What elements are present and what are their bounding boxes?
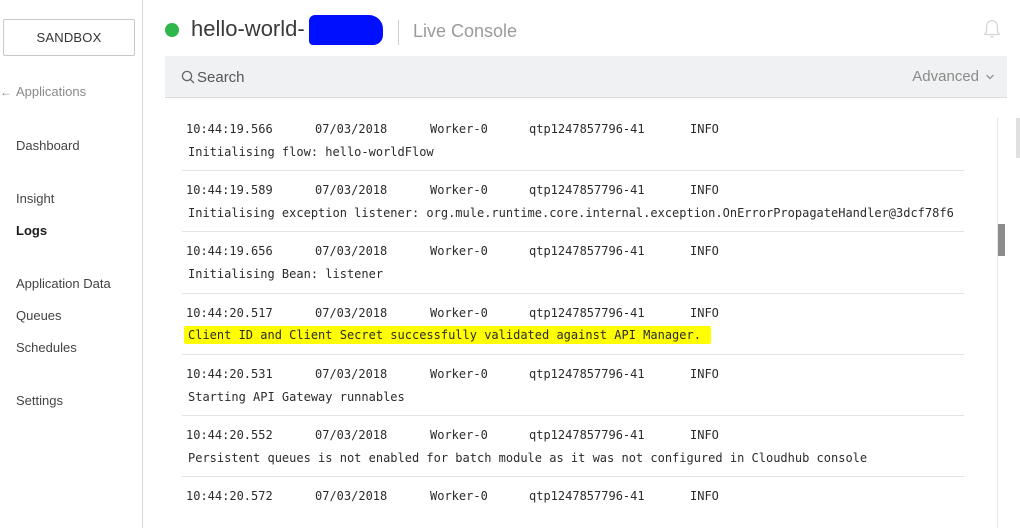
search-input[interactable] — [197, 66, 697, 88]
log-thread: qtp1247857796-41 — [529, 305, 645, 320]
log-level: INFO — [690, 122, 719, 136]
page-scrollbar-edge — [1016, 118, 1020, 158]
log-message: Starting API Gateway runnables — [188, 389, 405, 404]
log-time: 10:44:20.531 — [186, 366, 273, 381]
page-header: hello-world- Live Console — [143, 0, 1020, 56]
back-arrow-icon: ← — [0, 84, 12, 99]
log-level: INFO — [690, 489, 719, 504]
log-time: 10:44:19.589 — [186, 183, 273, 198]
log-date: 07/03/2018 — [315, 489, 388, 504]
sidebar-item-logs[interactable]: Logs — [16, 223, 47, 238]
sidebar-item-schedules[interactable]: Schedules — [16, 340, 77, 355]
back-link-label: Applications — [16, 84, 87, 99]
log-date: 07/03/2018 — [315, 427, 388, 442]
log-thread: qtp1247857796-41 — [529, 122, 645, 136]
log-time: 10:44:20.517 — [186, 305, 273, 320]
log-entry[interactable]: 10:44:19.589 07/03/2018 Worker-0 qtp1247… — [182, 171, 964, 233]
log-entry-highlighted[interactable]: 10:44:20.517 07/03/2018 Worker-0 qtp1247… — [182, 294, 964, 355]
log-scrollbar-thumb[interactable] — [998, 224, 1005, 256]
environment-label: SANDBOX — [36, 30, 102, 45]
log-thread: qtp1247857796-41 — [529, 183, 645, 198]
log-time: 10:44:20.572 — [186, 489, 273, 504]
log-date: 07/03/2018 — [315, 366, 388, 381]
chevron-down-icon — [986, 74, 994, 79]
status-indicator — [165, 23, 179, 37]
advanced-search-toggle[interactable]: Advanced — [912, 68, 995, 85]
log-worker: Worker-0 — [430, 427, 488, 442]
log-entry[interactable]: 10:44:19.656 07/03/2018 Worker-0 qtp1247… — [182, 232, 964, 294]
header-divider — [398, 20, 399, 45]
log-worker: Worker-0 — [430, 122, 488, 136]
log-worker: Worker-0 — [430, 244, 488, 259]
log-entry[interactable]: 10:44:20.531 07/03/2018 Worker-0 qtp1247… — [182, 355, 964, 416]
log-date: 07/03/2018 — [315, 305, 388, 320]
log-thread: qtp1247857796-41 — [529, 244, 645, 259]
log-level: INFO — [690, 366, 719, 381]
log-entry[interactable]: 10:44:20.572 07/03/2018 Worker-0 qtp1247… — [182, 477, 964, 528]
back-to-applications-link[interactable]: ← Applications — [0, 84, 86, 99]
sidebar-item-insight[interactable]: Insight — [16, 191, 54, 206]
log-date: 07/03/2018 — [315, 122, 388, 136]
log-message: Persistent queues is not enabled for bat… — [188, 450, 868, 465]
log-worker: Worker-0 — [430, 183, 488, 198]
log-date: 07/03/2018 — [315, 244, 388, 259]
log-worker: Worker-0 — [430, 305, 488, 320]
log-date: 07/03/2018 — [315, 183, 388, 198]
sidebar-item-application-data[interactable]: Application Data — [16, 276, 111, 291]
log-thread: qtp1247857796-41 — [529, 366, 645, 381]
log-message: Initialising exception listener: org.mul… — [188, 206, 954, 221]
page-subtitle: Live Console — [413, 21, 518, 41]
log-message: Initialising Bean: listener — [188, 267, 384, 282]
log-thread: qtp1247857796-41 — [529, 427, 645, 442]
sidebar-item-dashboard[interactable]: Dashboard — [16, 138, 80, 153]
log-level: INFO — [690, 427, 719, 442]
bell-icon[interactable] — [981, 18, 1003, 40]
log-list: 10:44:19.566 07/03/2018 Worker-0 qtp1247… — [182, 110, 964, 528]
log-time: 10:44:20.552 — [186, 427, 273, 442]
log-time: 10:44:19.656 — [186, 244, 273, 259]
log-entry[interactable]: 10:44:20.552 07/03/2018 Worker-0 qtp1247… — [182, 416, 964, 478]
log-time: 10:44:19.566 — [186, 122, 273, 136]
sidebar-item-queues[interactable]: Queues — [16, 308, 62, 323]
log-scrollbar-track[interactable] — [997, 118, 1005, 528]
redaction-mark — [309, 15, 383, 45]
log-entry[interactable]: 10:44:19.566 07/03/2018 Worker-0 qtp1247… — [182, 110, 964, 172]
log-worker: Worker-0 — [430, 366, 488, 381]
log-level: INFO — [690, 305, 719, 320]
log-level: INFO — [690, 183, 719, 198]
app-title: hello-world- — [191, 16, 305, 41]
log-message: Initialising flow: hello-worldFlow — [188, 145, 434, 159]
environment-selector[interactable]: SANDBOX — [3, 19, 135, 56]
sidebar: SANDBOX ← Applications Dashboard Insight… — [0, 0, 143, 528]
log-level: INFO — [690, 244, 719, 259]
advanced-label: Advanced — [912, 68, 979, 85]
search-bar: Advanced — [165, 56, 1007, 98]
log-worker: Worker-0 — [430, 489, 488, 504]
log-message-highlighted: Client ID and Client Secret successfully… — [184, 325, 711, 344]
sidebar-item-settings[interactable]: Settings — [16, 393, 63, 408]
log-thread: qtp1247857796-41 — [529, 489, 645, 504]
search-icon — [181, 70, 195, 84]
